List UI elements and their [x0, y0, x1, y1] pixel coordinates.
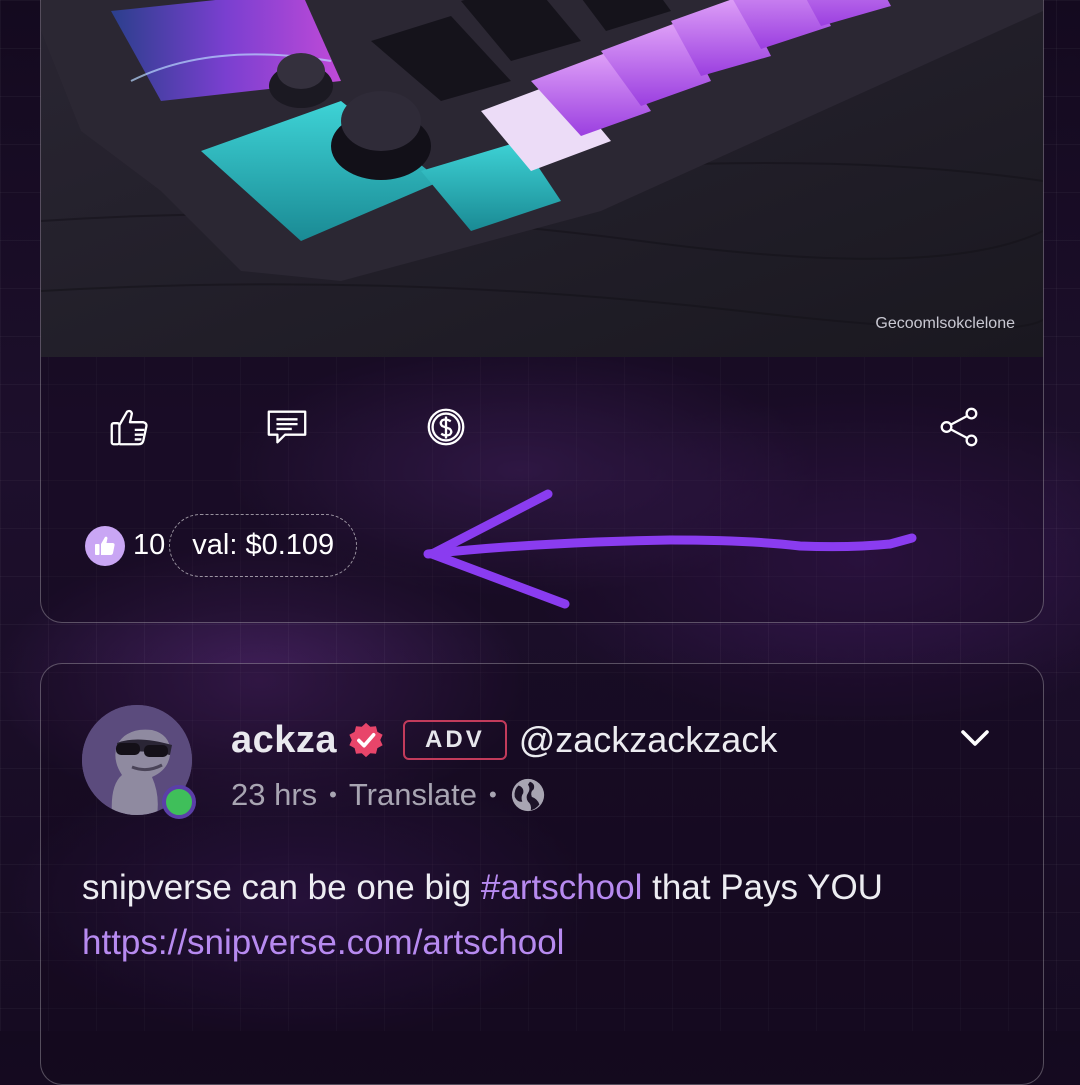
thumbs-up-icon	[95, 536, 115, 555]
post-actions	[41, 399, 1043, 455]
share-icon	[940, 407, 978, 447]
like-button[interactable]	[101, 399, 157, 455]
share-button[interactable]	[931, 399, 987, 455]
author-avatar[interactable]	[82, 705, 196, 819]
author-handle[interactable]: @zackzackzack	[519, 719, 778, 761]
post-card: ackza ADV @zackzackzack 23 hrs • Transla…	[40, 663, 1044, 1085]
post-time: 23 hrs	[231, 777, 318, 812]
globe-icon	[511, 778, 544, 812]
post-image[interactable]: Gecoomlsokclelone	[41, 0, 1043, 357]
author-row: ackza ADV @zackzackzack	[231, 716, 777, 764]
online-status-dot	[162, 785, 196, 819]
author-name[interactable]: ackza	[231, 719, 337, 762]
separator-dot: •	[329, 782, 337, 807]
hashtag-link[interactable]: #artschool	[481, 868, 642, 907]
url-link[interactable]: https://snipverse.com/artschool	[82, 923, 564, 962]
thumbs-up-icon	[110, 409, 148, 446]
chevron-down-icon[interactable]	[957, 720, 993, 756]
translate-link[interactable]: Translate	[349, 777, 477, 813]
tip-button[interactable]	[418, 399, 474, 455]
post-meta: 23 hrs • Translate •	[231, 776, 547, 814]
adv-badge: ADV	[403, 720, 507, 760]
like-badge	[85, 525, 125, 566]
post-text-prefix: snipverse can be one big	[82, 868, 481, 907]
post-text-middle: that Pays YOU	[642, 868, 883, 907]
post-stats: 10 val: $0.109	[85, 514, 358, 577]
annotation-arrow	[423, 489, 917, 609]
post-body: snipverse can be one big #artschool that…	[82, 860, 1002, 970]
image-watermark: Gecoomlsokclelone	[875, 315, 1015, 332]
value-pill: val: $0.109	[169, 514, 358, 577]
separator-dot: •	[488, 782, 497, 807]
dollar-coin-icon	[427, 408, 465, 446]
like-count: 10	[133, 529, 166, 561]
comment-button[interactable]	[259, 399, 315, 455]
verified-badge-icon	[349, 722, 383, 758]
comment-icon	[267, 410, 307, 444]
